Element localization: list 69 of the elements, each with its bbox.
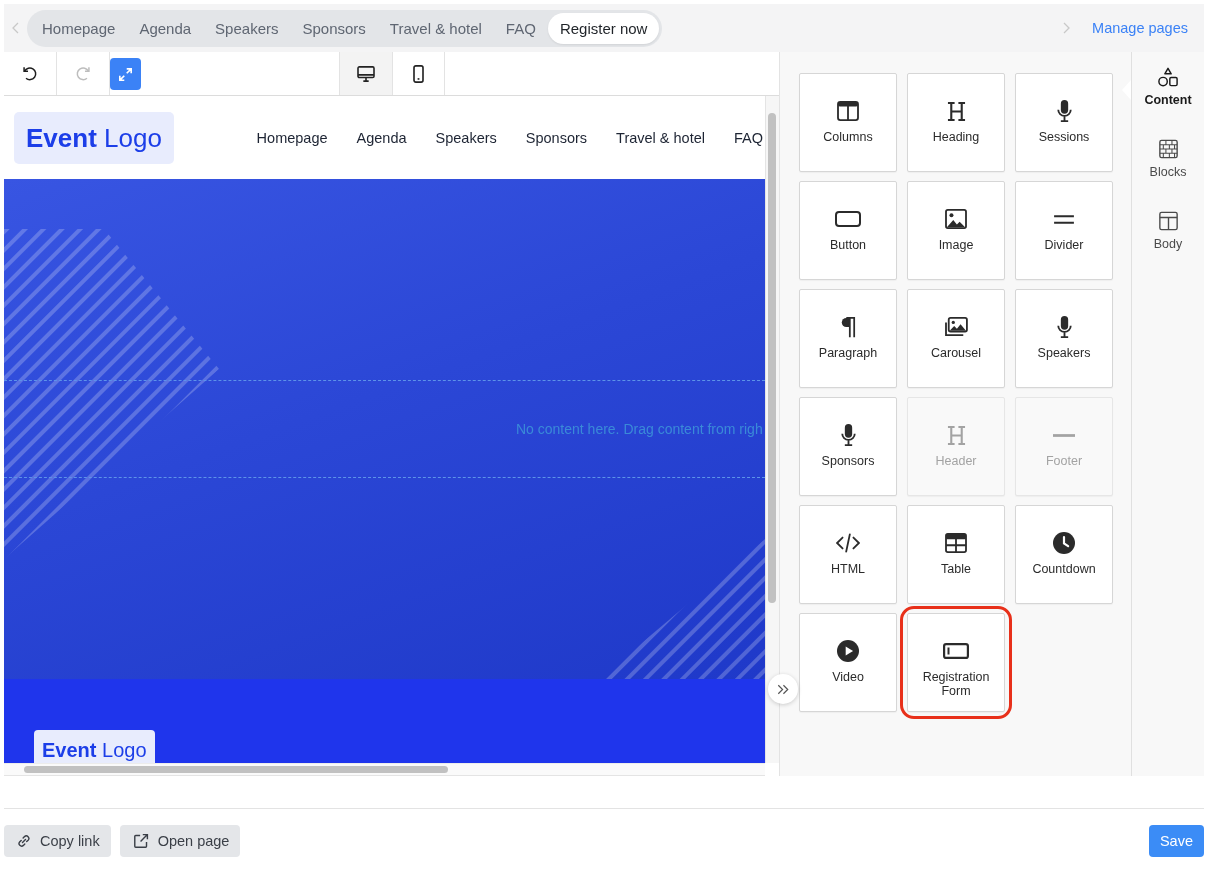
mobile-view-button[interactable] <box>392 52 445 95</box>
line-icon <box>1053 433 1075 437</box>
scrollbar-thumb[interactable] <box>768 113 776 603</box>
microphone-icon <box>840 424 856 446</box>
code-brackets-icon <box>836 533 860 553</box>
content-tile[interactable]: Image <box>907 181 1005 280</box>
table-icon <box>945 533 967 553</box>
content-tile[interactable]: HTML <box>799 505 897 604</box>
play-icon <box>837 640 859 662</box>
monitor-icon <box>357 65 375 82</box>
chevron-right-icon[interactable] <box>1063 22 1071 34</box>
shapes-icon <box>1158 67 1178 87</box>
content-tile[interactable]: Countdown <box>1015 505 1113 604</box>
sidebar-tab[interactable]: Blocks <box>1132 134 1204 206</box>
content-tile[interactable]: Speakers <box>1015 289 1113 388</box>
content-tile[interactable]: Heading <box>907 73 1005 172</box>
microphone-icon <box>1056 316 1072 338</box>
page-tab[interactable]: Sponsors <box>290 12 378 44</box>
content-tile[interactable]: Video <box>799 613 897 712</box>
layout-icon <box>1158 211 1178 231</box>
copy-link-button[interactable]: Copy link <box>4 825 111 857</box>
phone-icon <box>413 64 424 83</box>
sidebar-tab[interactable]: Content <box>1132 62 1204 134</box>
page-tab[interactable]: Register now <box>547 12 660 44</box>
event-logo: Event Logo <box>14 111 174 164</box>
preview-nav-link[interactable]: Homepage <box>256 129 328 146</box>
content-tile[interactable]: Divider <box>1015 181 1113 280</box>
clock-icon <box>1053 532 1075 554</box>
heading-icon <box>946 424 966 446</box>
page-tab[interactable]: Homepage <box>30 12 128 44</box>
external-link-icon <box>132 833 149 849</box>
preview-nav-link[interactable]: Sponsors <box>525 129 588 146</box>
chevron-left-icon[interactable] <box>12 22 19 34</box>
content-tile[interactable]: Paragraph <box>799 289 897 388</box>
open-page-button[interactable]: Open page <box>119 825 241 857</box>
link-icon <box>17 834 31 848</box>
page-tab[interactable]: Travel & hotel <box>377 12 494 44</box>
page-tab[interactable]: Speakers <box>203 12 291 44</box>
content-tile[interactable]: Sponsors <box>799 397 897 496</box>
heading-icon <box>946 100 966 122</box>
expand-icon <box>119 67 132 81</box>
event-logo: Event Logo <box>34 730 155 763</box>
pilcrow-icon <box>840 316 856 338</box>
brick-wall-icon <box>1158 139 1178 159</box>
preview-nav-link[interactable]: Agenda <box>356 129 407 146</box>
sidebar-tab[interactable]: Body <box>1132 206 1204 278</box>
desktop-view-button[interactable] <box>339 52 392 95</box>
content-tile[interactable]: Carousel <box>907 289 1005 388</box>
page-tab[interactable]: FAQ <box>493 12 548 44</box>
rectangle-icon <box>835 211 861 227</box>
microphone-icon <box>1056 100 1072 122</box>
stacked-images-icon <box>944 317 968 337</box>
input-box-icon <box>943 643 969 659</box>
content-tile[interactable]: Table <box>907 505 1005 604</box>
preview-nav-link[interactable]: Travel & hotel <box>616 129 705 146</box>
content-tile[interactable]: Button <box>799 181 897 280</box>
content-tile[interactable]: Registration Form <box>907 613 1005 712</box>
double-chevron-icon <box>777 683 789 695</box>
content-tile[interactable]: Sessions <box>1015 73 1113 172</box>
preview-nav-link[interactable]: Speakers <box>435 129 497 146</box>
two-lines-icon <box>1053 214 1075 224</box>
preview-nav-link[interactable]: FAQ <box>734 129 763 146</box>
page-tab[interactable]: Agenda <box>127 12 204 44</box>
drop-hint: No content here. Drag content from righ <box>516 421 763 437</box>
columns-icon <box>837 101 859 121</box>
scrollbar-thumb[interactable] <box>24 766 448 773</box>
fullscreen-button[interactable] <box>110 58 141 90</box>
content-tile[interactable]: Columns <box>799 73 897 172</box>
image-icon <box>945 209 967 229</box>
